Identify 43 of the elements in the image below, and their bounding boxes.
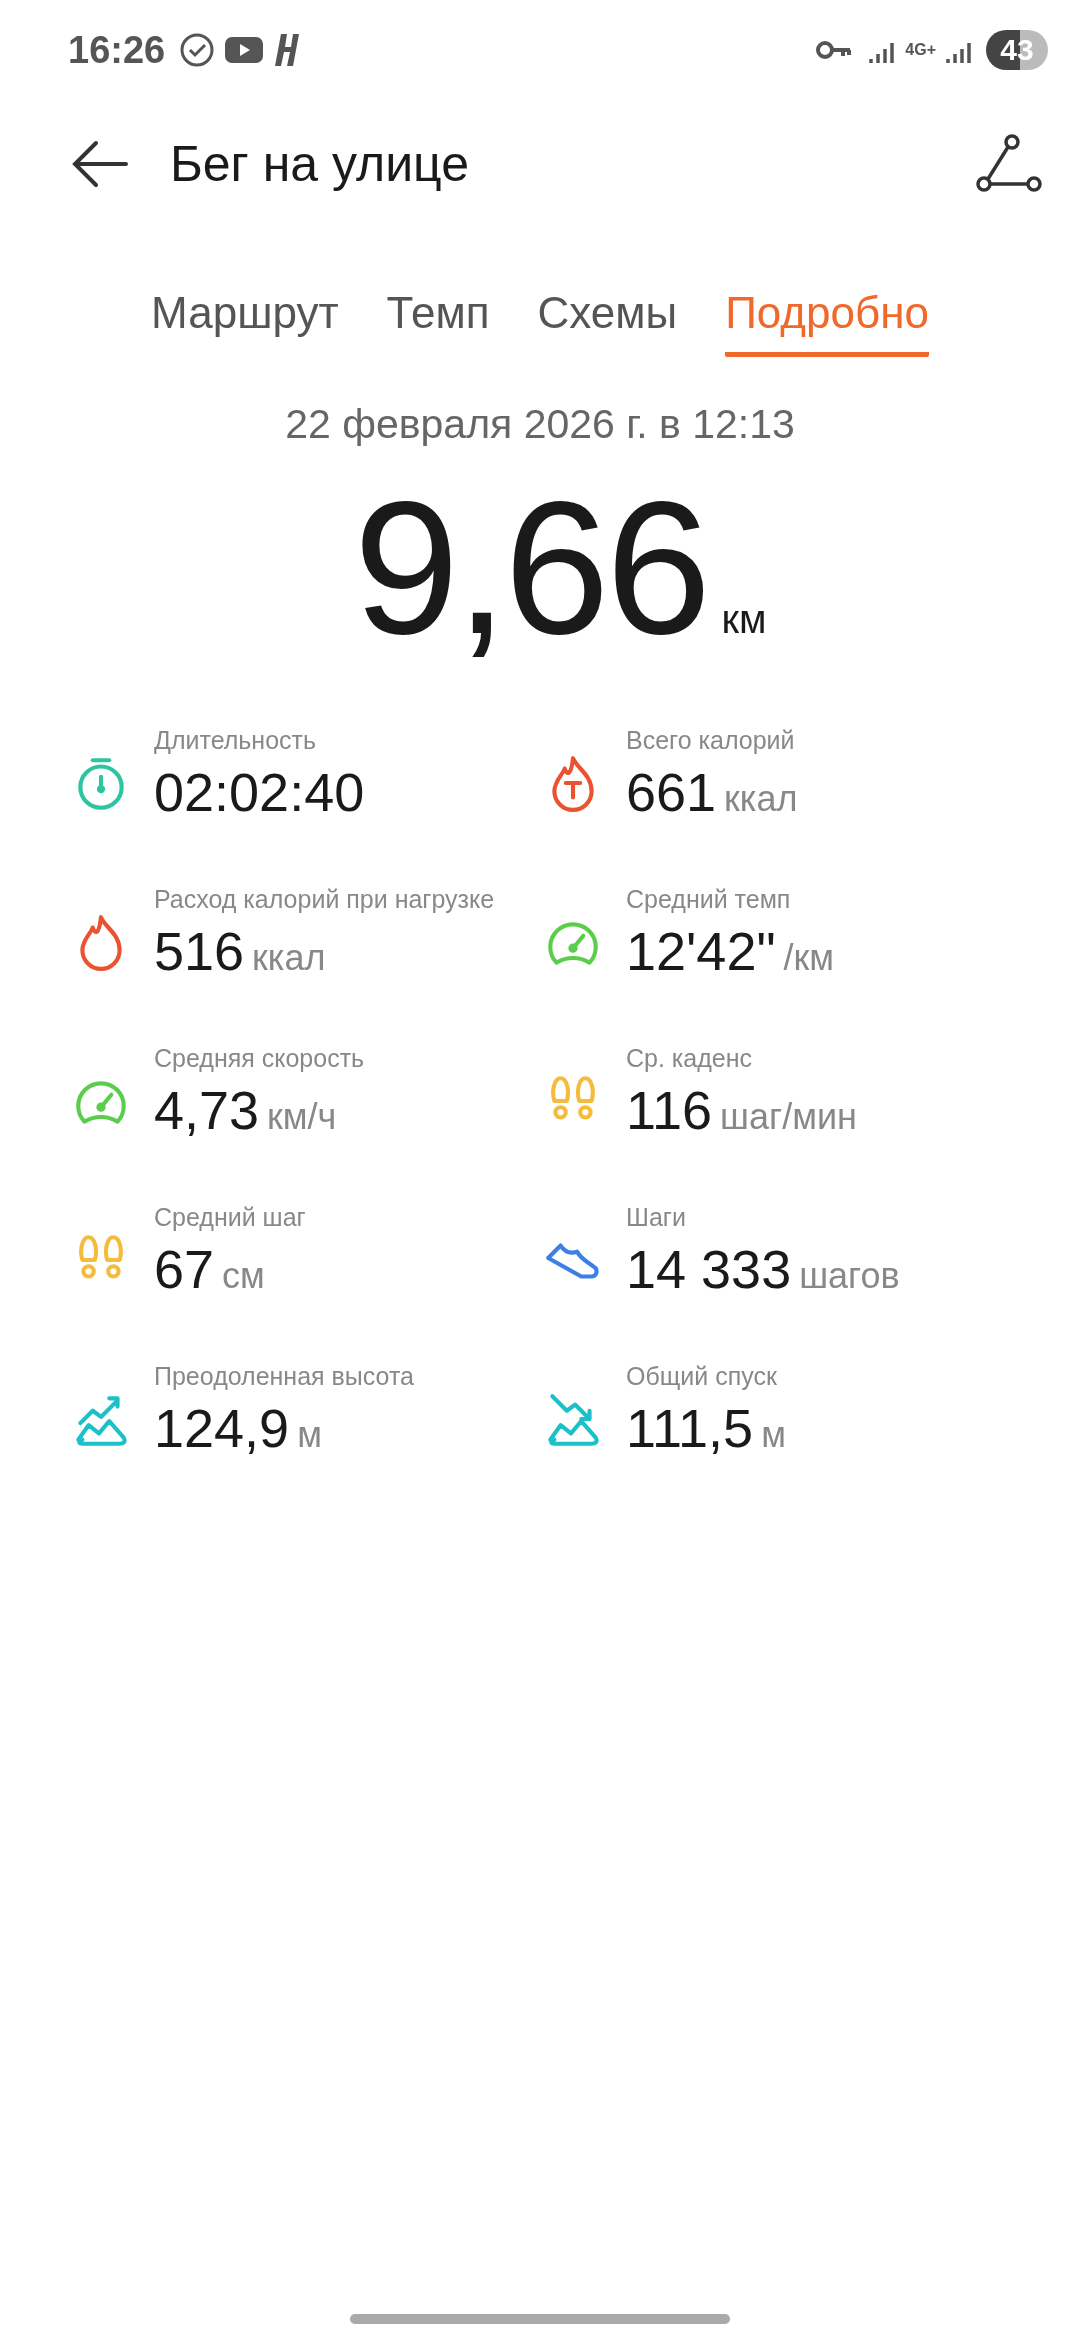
stat-unit: ккал: [724, 778, 798, 820]
tab[interactable]: Маршрут: [151, 288, 339, 357]
stat-value: 4,73: [154, 1079, 260, 1141]
tab[interactable]: Темп: [386, 288, 490, 357]
stat-unit: см: [222, 1255, 265, 1297]
video-play-icon: [223, 34, 266, 66]
stat-label: Средний темп: [626, 885, 792, 914]
stat-label: Шаги: [626, 1203, 687, 1232]
stat-label: Средний шаг: [154, 1203, 306, 1232]
stat-value: 67: [154, 1238, 215, 1300]
stat-label: Общий спуск: [626, 1362, 778, 1391]
stat-unit: км/ч: [267, 1096, 337, 1138]
stat-unit: /км: [783, 937, 835, 979]
tab[interactable]: Схемы: [537, 288, 678, 357]
stat-label: Преодоленная высота: [154, 1362, 415, 1391]
stat-unit: ккал: [252, 937, 326, 979]
stat-unit: м: [761, 1414, 786, 1456]
stat-unit: шагов: [799, 1255, 900, 1297]
stat-value: 124,9: [154, 1397, 290, 1459]
key-icon: [815, 39, 854, 61]
stat-label: Всего калорий: [626, 726, 796, 755]
back-icon[interactable]: [70, 139, 130, 189]
stat-unit: м: [297, 1414, 322, 1456]
distance-unit: км: [721, 597, 767, 642]
workout-date: 22 февраля 2026 г. в 12:13: [284, 401, 796, 448]
stat-unit: шаг/мин: [720, 1096, 857, 1138]
distance-value: 9,66: [353, 460, 708, 675]
status-time: 16:26: [68, 28, 166, 72]
route-icon[interactable]: [976, 134, 1042, 194]
stat-value: 12'42": [626, 920, 776, 982]
stat-label: Ср. каденс: [626, 1044, 754, 1073]
stat-value: 02:02:40: [154, 761, 365, 823]
screen-title: Бег на улице: [170, 135, 470, 193]
stat-label: Длительность: [154, 726, 318, 755]
stat-label: Средняя скорость: [154, 1044, 365, 1073]
stat-value: 661: [626, 761, 717, 823]
check-circle-icon: [179, 32, 216, 68]
stat-value: 14 333: [626, 1238, 792, 1300]
stat-value: 111,5: [626, 1397, 754, 1459]
stat-value: 516: [154, 920, 245, 982]
stat-value: 116: [626, 1079, 713, 1141]
stat-label: Расход калорий при нагрузке: [154, 885, 495, 914]
network-type: 4G+: [905, 42, 936, 58]
